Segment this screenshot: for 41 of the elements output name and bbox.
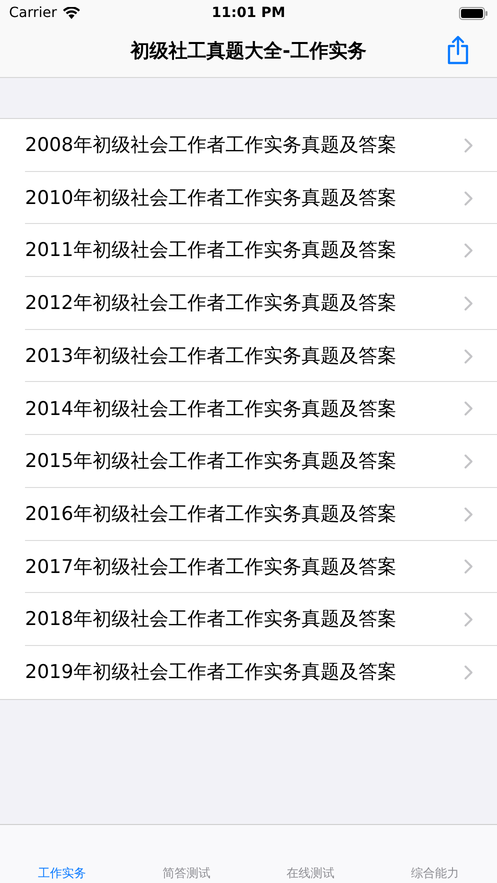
tab-item[interactable]: 工作实务 <box>0 865 124 883</box>
battery-icon <box>459 6 488 20</box>
chevron-icon <box>464 190 473 206</box>
chevron-icon <box>464 506 473 522</box>
list-row[interactable]: 2019年初级社会工作者工作实务真题及答案 <box>0 646 497 699</box>
share-icon <box>446 35 470 65</box>
carrier-label: Carrier <box>9 4 57 22</box>
list-row[interactable]: 2017年初级社会工作者工作实务真题及答案 <box>0 540 497 594</box>
row-title: 2012年初级社会工作者工作实务真题及答案 <box>25 291 396 316</box>
list-row[interactable]: 2014年初级社会工作者工作实务真题及答案 <box>0 382 497 436</box>
wifi-icon <box>62 7 80 19</box>
list-row[interactable]: 2010年初级社会工作者工作实务真题及答案 <box>0 172 497 224</box>
chevron-icon <box>464 296 473 311</box>
list-row[interactable]: 2013年初级社会工作者工作实务真题及答案 <box>0 330 497 382</box>
chevron-icon <box>464 664 473 680</box>
chevron-icon <box>464 348 473 364</box>
row-title: 2011年初级社会工作者工作实务真题及答案 <box>25 238 396 264</box>
list-row[interactable]: 2008年初级社会工作者工作实务真题及答案 <box>0 119 497 172</box>
list-row[interactable]: 2016年初级社会工作者工作实务真题及答案 <box>0 488 497 540</box>
row-title: 2018年初级社会工作者工作实务真题及答案 <box>25 607 396 632</box>
row-title: 2017年初级社会工作者工作实务真题及答案 <box>25 554 396 580</box>
chevron-icon <box>464 243 473 258</box>
nav-title: 初级社工真题大全-工作实务 <box>130 39 366 64</box>
share-button[interactable] <box>445 34 471 66</box>
chevron-icon <box>464 559 473 574</box>
list-row[interactable]: 2015年初级社会工作者工作实务真题及答案 <box>0 435 497 488</box>
list-row[interactable]: 2011年初级社会工作者工作实务真题及答案 <box>0 224 497 278</box>
row-title: 2015年初级社会工作者工作实务真题及答案 <box>25 449 396 474</box>
chevron-icon <box>464 401 473 416</box>
list-row[interactable]: 2018年初级社会工作者工作实务真题及答案 <box>0 593 497 646</box>
row-title: 2014年初级社会工作者工作实务真题及答案 <box>25 396 396 422</box>
chevron-icon <box>464 612 473 628</box>
row-title: 2013年初级社会工作者工作实务真题及答案 <box>25 344 396 369</box>
chevron-icon <box>464 454 473 469</box>
row-title: 2016年初级社会工作者工作实务真题及答案 <box>25 502 396 527</box>
chevron-icon <box>464 138 473 153</box>
row-title: 2019年初级社会工作者工作实务真题及答案 <box>25 660 396 685</box>
row-title: 2008年初级社会工作者工作实务真题及答案 <box>25 133 396 158</box>
row-title: 2010年初级社会工作者工作实务真题及答案 <box>25 186 396 211</box>
list-row[interactable]: 2012年初级社会工作者工作实务真题及答案 <box>0 277 497 330</box>
time-label: 11:01 PM <box>212 4 286 22</box>
